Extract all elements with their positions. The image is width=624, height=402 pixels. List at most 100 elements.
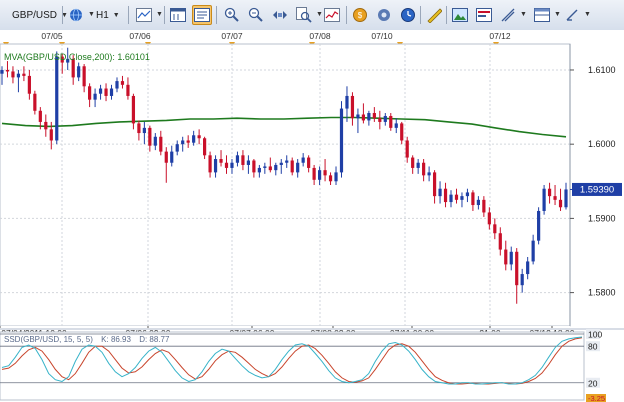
- candle-body: [263, 166, 267, 168]
- layout-icon[interactable]: [532, 5, 552, 25]
- candle-body: [268, 166, 272, 171]
- candle-body: [104, 88, 108, 96]
- candle-body: [224, 162, 229, 168]
- chevron-down-icon[interactable]: ▼: [156, 11, 163, 18]
- top-date-label: 07/12: [489, 31, 511, 41]
- candle-body: [241, 155, 245, 165]
- globe-icon[interactable]: [66, 5, 86, 25]
- zoom-out-icon[interactable]: [246, 5, 266, 25]
- candle-body: [82, 66, 86, 87]
- toolbar-separator: [128, 6, 129, 24]
- candle-body: [290, 160, 294, 173]
- indicator-icon[interactable]: [322, 5, 342, 25]
- candle-body: [542, 188, 546, 211]
- candle-body: [460, 196, 464, 200]
- candle-body: [350, 95, 355, 119]
- candle-body: [164, 151, 168, 163]
- candle-body: [383, 115, 387, 122]
- top-date-label: 07/07: [221, 31, 243, 41]
- mva-indicator-label: MVA(GBP/USD.Close,200): 1.60101: [4, 52, 150, 62]
- svg-text:$: $: [358, 11, 363, 20]
- candle-body: [416, 162, 420, 168]
- candle-body: [509, 251, 513, 265]
- candle-body: [498, 233, 502, 250]
- draw-tools-icon[interactable]: [498, 5, 518, 25]
- chevron-down-icon[interactable]: ▼: [554, 11, 561, 18]
- zoom-in-icon[interactable]: [222, 5, 242, 25]
- candle-body: [22, 73, 26, 76]
- candle-body: [400, 123, 404, 141]
- top-date-label: 07/06: [129, 31, 151, 41]
- candle-body: [449, 194, 453, 203]
- toolbar: GBP/USD ▼ ▼ H1 ▼ ▼ ▼ $ ▼ ▼ ▼: [0, 0, 624, 31]
- candle-body: [345, 95, 349, 109]
- strategy-icon[interactable]: $: [350, 5, 370, 25]
- candle-body: [109, 88, 114, 96]
- candle-body: [526, 261, 530, 275]
- candle-body: [192, 135, 196, 143]
- candle-body: [16, 73, 21, 78]
- candle-body: [88, 86, 92, 100]
- candle-body: [159, 136, 163, 152]
- candle-body: [49, 129, 53, 141]
- settings-icon[interactable]: [374, 5, 394, 25]
- crosshair-view-icon[interactable]: [192, 5, 212, 25]
- search-chart-icon[interactable]: [294, 5, 314, 25]
- candle-body: [432, 172, 437, 197]
- chevron-down-icon: ▼: [112, 11, 120, 19]
- symbol-dropdown[interactable]: GBP/USD ▼: [12, 6, 68, 24]
- oscillator-k-value: K: 86.93: [101, 335, 131, 344]
- chart-window-icon[interactable]: [168, 5, 188, 25]
- candle-body: [252, 160, 256, 173]
- oscillator-axis: 100 80 20 -3.25: [586, 329, 606, 402]
- pencil-icon[interactable]: [562, 5, 582, 25]
- top-date-label: 07/10: [371, 31, 393, 41]
- osc-current-value: -3.25: [588, 394, 605, 402]
- ruler-icon[interactable]: [424, 5, 444, 25]
- candle-body: [389, 115, 393, 128]
- candle-body: [361, 114, 365, 121]
- candle-body: [378, 118, 382, 122]
- candle-body: [203, 138, 207, 156]
- candle-body: [356, 114, 360, 119]
- main-plot-area: [0, 43, 571, 327]
- candle-body: [296, 162, 300, 173]
- candle-body: [564, 189, 568, 208]
- osc-axis-label: 20: [588, 378, 598, 388]
- candle-body: [142, 127, 146, 134]
- candle-body: [317, 170, 322, 180]
- candle-body: [115, 81, 119, 89]
- chevron-down-icon[interactable]: ▼: [88, 11, 95, 18]
- candle-body: [558, 199, 563, 208]
- chevron-down-icon[interactable]: ▼: [520, 11, 527, 18]
- candle-body: [504, 249, 508, 265]
- candle-body: [131, 95, 136, 124]
- candle-body: [93, 93, 97, 100]
- candle-body: [465, 192, 470, 197]
- candle-body: [520, 274, 524, 286]
- candle-body: [27, 75, 31, 94]
- chevron-down-icon[interactable]: ▼: [584, 11, 591, 18]
- candle-body: [372, 113, 376, 119]
- candle-body: [5, 69, 10, 72]
- timeframe-dropdown[interactable]: H1 ▼: [96, 6, 120, 24]
- top-date-label: 07/08: [309, 31, 331, 41]
- candle-body: [454, 194, 459, 200]
- candle-body: [443, 188, 448, 203]
- price-chart[interactable]: 07/05 07/06 07/07 07/08 07/10 07/12 1.6100 1.6…: [0, 30, 624, 402]
- image-icon[interactable]: [450, 5, 470, 25]
- chart-type-icon[interactable]: [134, 5, 154, 25]
- clock-icon[interactable]: [398, 5, 418, 25]
- candle-body: [427, 172, 431, 176]
- candle-body: [531, 240, 535, 262]
- candle-body: [186, 140, 190, 143]
- price-tick-label: 1.6100: [588, 65, 616, 75]
- candle-body: [307, 157, 311, 168]
- candle-body: [411, 157, 415, 168]
- osc-axis-label: 100: [588, 330, 602, 340]
- candle-body: [153, 136, 157, 146]
- scroll-icon[interactable]: [270, 5, 290, 25]
- pane-divider[interactable]: [0, 328, 624, 330]
- template-icon[interactable]: [474, 5, 494, 25]
- candle-body: [487, 212, 491, 225]
